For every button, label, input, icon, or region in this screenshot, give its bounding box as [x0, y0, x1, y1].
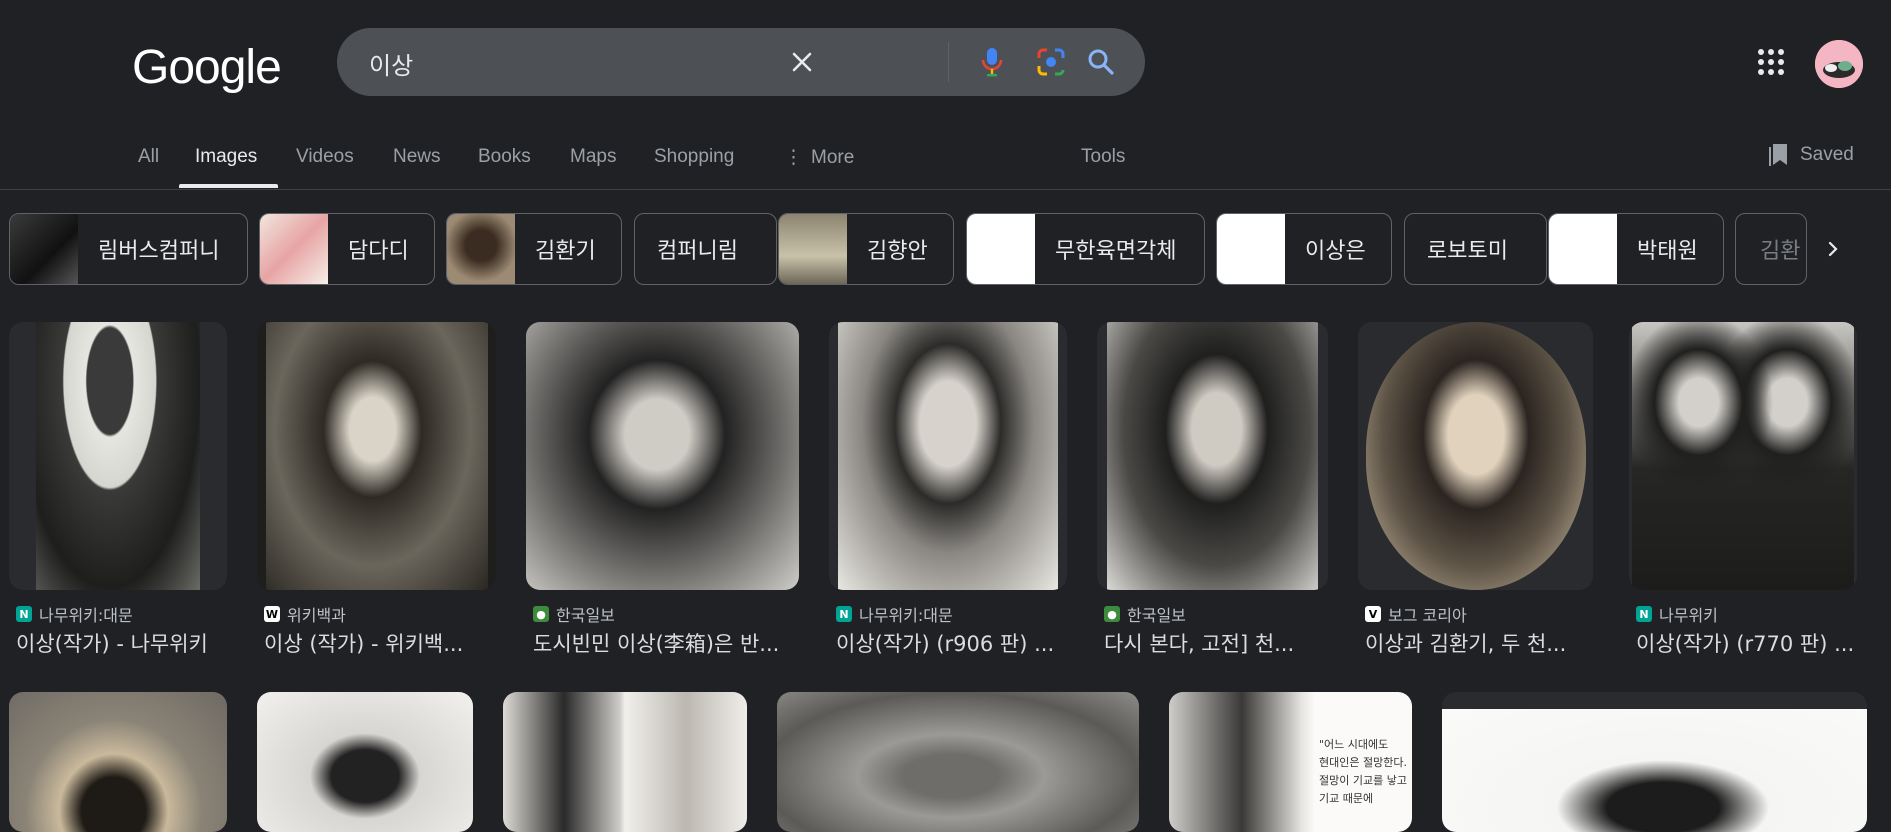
- result-title[interactable]: 이상(작가) (r906 판) ...: [836, 628, 1066, 658]
- tools-button[interactable]: Tools: [1081, 146, 1125, 168]
- tab-more-label: More: [811, 147, 855, 168]
- vogue-icon: V: [1365, 606, 1381, 622]
- result-image[interactable]: [1442, 692, 1867, 832]
- result-image[interactable]: "어느 시대에도 현대인은 절망한다. 절망이 기교를 낳고 기교 때문에: [1169, 692, 1412, 832]
- chip-label: 컴퍼니림: [657, 239, 738, 264]
- result-title[interactable]: 이상(작가) - 나무위키: [16, 628, 226, 658]
- chip-parktaewon[interactable]: 박태원: [1548, 213, 1724, 285]
- voice-search-icon[interactable]: [972, 42, 1012, 82]
- result-title[interactable]: 다시 본다, 고전] 천...: [1104, 628, 1326, 658]
- saved-button[interactable]: Saved: [1768, 142, 1854, 168]
- bookmark-icon: [1769, 144, 1787, 166]
- caption-line: 절망이 기교를 낳고: [1319, 774, 1407, 787]
- chip-kimhwan-partial[interactable]: 김환: [1735, 213, 1807, 285]
- result-source: N 나무위키:대문: [836, 602, 953, 626]
- tab-videos[interactable]: Videos: [296, 146, 354, 168]
- chip-label: 이상은: [1305, 239, 1366, 264]
- clear-icon[interactable]: [782, 42, 822, 82]
- saved-label: Saved: [1800, 144, 1854, 165]
- chip-thumbnail: [260, 214, 328, 284]
- hankook-icon: ●: [1104, 606, 1120, 622]
- namu-icon: N: [836, 606, 852, 622]
- caption-line: 기교 때문에: [1319, 792, 1374, 805]
- result-title[interactable]: 이상과 김환기, 두 천...: [1365, 628, 1593, 658]
- chip-thumbnail: [10, 214, 78, 284]
- chip-label: 무한육면각체: [1055, 239, 1177, 264]
- result-image[interactable]: [257, 322, 496, 590]
- chip-isangeun[interactable]: 이상은: [1216, 213, 1392, 285]
- result-image[interactable]: [257, 692, 473, 832]
- google-logo[interactable]: Google: [132, 40, 282, 95]
- source-name: 한국일보: [1127, 606, 1186, 625]
- chip-kimhyangan[interactable]: 김향안: [778, 213, 954, 285]
- photo-caption: "어느 시대에도 현대인은 절망한다. 절망이 기교를 낳고 기교 때문에: [1319, 736, 1407, 808]
- chip-thumbnail: [967, 214, 1035, 284]
- result-image[interactable]: [1358, 322, 1593, 590]
- chip-label: 김환기: [535, 239, 596, 264]
- chip-damdadi[interactable]: 담다디: [259, 213, 435, 285]
- chip-limbus[interactable]: 림버스컴퍼니: [9, 213, 248, 285]
- result-source: N 나무위키:대문: [16, 602, 133, 626]
- caption-line: 현대인은 절망한다.: [1319, 756, 1407, 769]
- result-image[interactable]: [526, 322, 799, 590]
- wikipedia-icon: W: [264, 606, 280, 622]
- hankook-icon: ●: [533, 606, 549, 622]
- chip-thumbnail: [447, 214, 515, 284]
- chip-label: 박태원: [1637, 239, 1698, 264]
- result-image[interactable]: [1097, 322, 1328, 590]
- result-title[interactable]: 이상 (작가) - 위키백...: [264, 628, 494, 658]
- tab-more[interactable]: ⋮ More: [784, 146, 854, 169]
- result-source: V 보그 코리아: [1365, 602, 1467, 626]
- source-name: 나무위키: [1659, 606, 1718, 625]
- namu-icon: N: [16, 606, 32, 622]
- search-box[interactable]: [337, 28, 1145, 98]
- source-name: 위키백과: [287, 606, 346, 625]
- active-tab-indicator: [179, 184, 278, 188]
- tab-all[interactable]: All: [138, 146, 159, 168]
- chip-label: 김환: [1760, 239, 1801, 264]
- result-image[interactable]: [503, 692, 747, 832]
- chip-lobotomy[interactable]: 로보토미: [1404, 213, 1547, 285]
- tab-images[interactable]: Images: [195, 146, 257, 168]
- result-source: W 위키백과: [264, 602, 346, 626]
- chip-thumbnail: [779, 214, 847, 284]
- result-image[interactable]: [1629, 322, 1857, 590]
- tab-news[interactable]: News: [393, 146, 441, 168]
- account-avatar[interactable]: [1815, 40, 1863, 88]
- chevron-right-icon[interactable]: [1810, 226, 1856, 272]
- chip-thumbnail: [1549, 214, 1617, 284]
- chip-kimhwanki[interactable]: 김환기: [446, 213, 622, 285]
- result-image[interactable]: [829, 322, 1067, 590]
- chip-label: 림버스컴퍼니: [98, 239, 220, 264]
- chip-label: 김향안: [867, 239, 928, 264]
- chip-label: 담다디: [348, 239, 409, 264]
- chip-thumbnail: [1217, 214, 1285, 284]
- result-source: ● 한국일보: [1104, 602, 1186, 626]
- caption-line: "어느 시대에도: [1319, 738, 1389, 751]
- result-source: ● 한국일보: [533, 602, 615, 626]
- lens-search-icon[interactable]: [1031, 42, 1071, 82]
- result-source: N 나무위키: [1636, 602, 1718, 626]
- search-icon[interactable]: [1081, 42, 1121, 82]
- more-vert-icon: ⋮: [784, 147, 803, 168]
- chip-label: 로보토미: [1427, 239, 1508, 264]
- source-name: 한국일보: [556, 606, 615, 625]
- tab-maps[interactable]: Maps: [570, 146, 616, 168]
- source-name: 보그 코리아: [1388, 606, 1467, 625]
- tab-books[interactable]: Books: [478, 146, 531, 168]
- result-title[interactable]: 이상(작가) (r770 판) ...: [1636, 628, 1858, 658]
- apps-grid-icon[interactable]: [1756, 47, 1786, 77]
- source-name: 나무위키:대문: [39, 606, 133, 625]
- result-image[interactable]: [9, 692, 227, 832]
- chip-muhan[interactable]: 무한육면각체: [966, 213, 1205, 285]
- source-name: 나무위키:대문: [859, 606, 953, 625]
- tab-shopping[interactable]: Shopping: [654, 146, 734, 168]
- result-image[interactable]: [777, 692, 1139, 832]
- namu-icon: N: [1636, 606, 1652, 622]
- chip-companyrim[interactable]: 컴퍼니림: [634, 213, 777, 285]
- search-divider: [948, 42, 949, 82]
- result-title[interactable]: 도시빈민 이상(李箱)은 반...: [533, 628, 799, 658]
- result-image[interactable]: [9, 322, 227, 590]
- header-divider: [0, 189, 1891, 190]
